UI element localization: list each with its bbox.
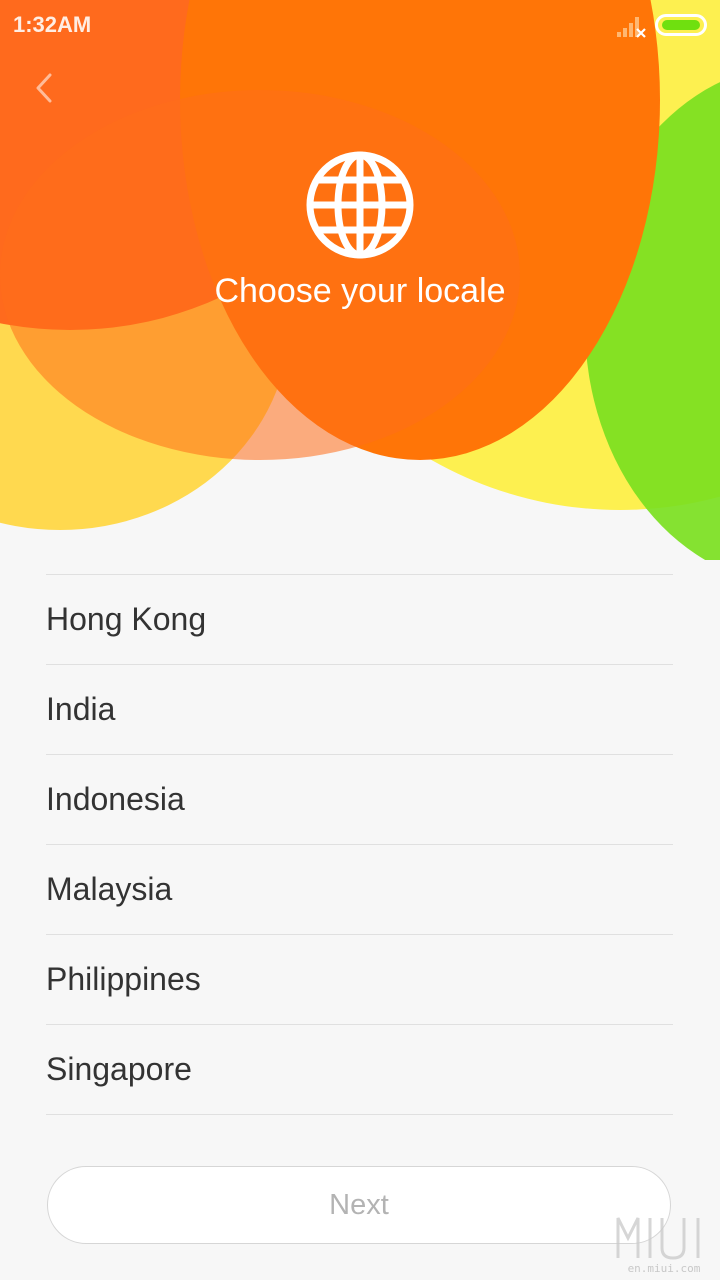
page-title: Choose your locale xyxy=(214,272,506,310)
locale-label: Philippines xyxy=(46,961,201,997)
locale-item-india[interactable]: India xyxy=(46,665,673,755)
chevron-left-icon xyxy=(36,73,52,103)
status-bar: 1:32AM xyxy=(0,0,720,50)
locale-label: Malaysia xyxy=(46,871,173,907)
back-button[interactable] xyxy=(22,62,70,114)
globe-icon xyxy=(306,151,414,259)
locale-item-singapore[interactable]: Singapore xyxy=(46,1025,673,1115)
signal-icon xyxy=(617,17,646,38)
locale-list: Hong Kong India Indonesia Malaysia Phili… xyxy=(46,574,673,1115)
miui-logo xyxy=(616,1217,700,1260)
locale-label: Hong Kong xyxy=(46,601,207,637)
watermark-url: en.miui.com xyxy=(627,1262,701,1275)
locale-label: Singapore xyxy=(46,1051,192,1087)
locale-label: Indonesia xyxy=(46,781,185,817)
next-button[interactable]: Next xyxy=(47,1166,671,1244)
locale-item-indonesia[interactable]: Indonesia xyxy=(46,755,673,845)
locale-item-malaysia[interactable]: Malaysia xyxy=(46,845,673,935)
miui-watermark: en.miui.com xyxy=(612,1212,716,1276)
status-time: 1:32AM xyxy=(13,12,92,37)
locale-label: India xyxy=(46,691,116,727)
battery-icon xyxy=(655,14,707,36)
next-button-label: Next xyxy=(329,1188,389,1221)
locale-item-philippines[interactable]: Philippines xyxy=(46,935,673,1025)
locale-item-hong-kong[interactable]: Hong Kong xyxy=(46,575,673,665)
